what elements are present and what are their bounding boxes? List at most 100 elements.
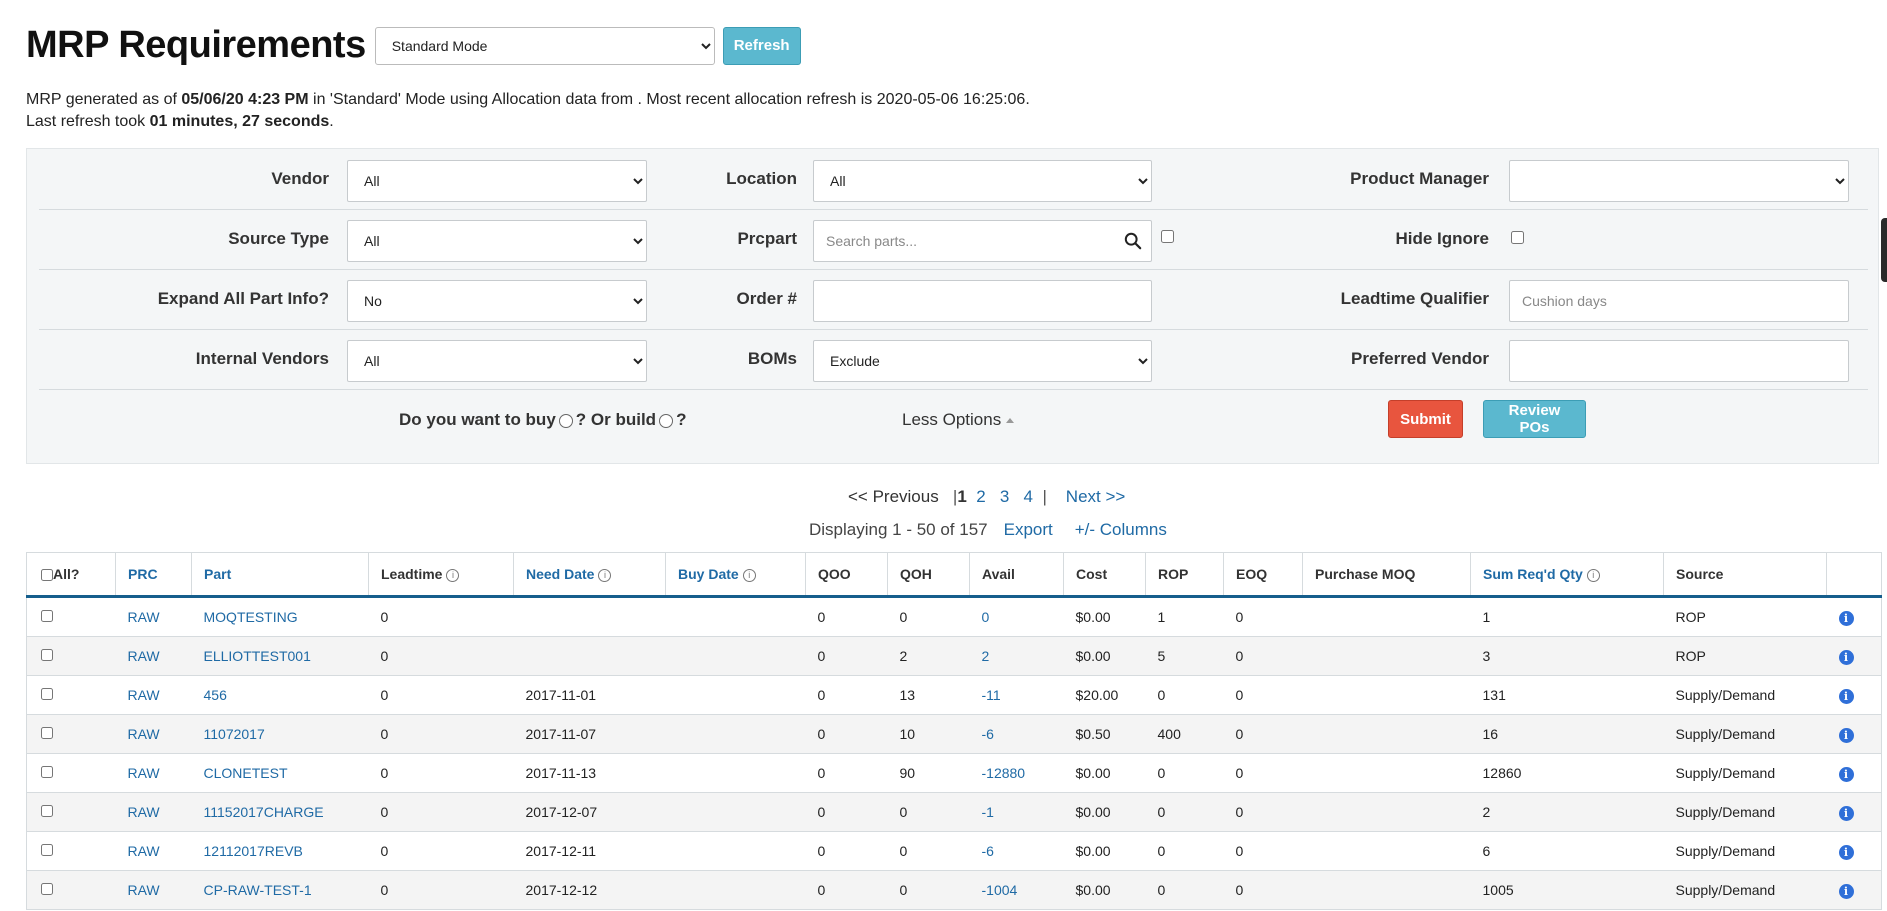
info-icon[interactable]: i bbox=[1838, 883, 1854, 899]
info-icon[interactable]: i bbox=[742, 568, 756, 582]
row-part[interactable]: 12112017REVB bbox=[191, 831, 369, 871]
page-link-3[interactable]: 3 bbox=[1000, 487, 1009, 506]
info-icon[interactable]: i bbox=[1838, 805, 1854, 821]
row-need-date: 2017-11-13 bbox=[513, 753, 666, 793]
select-all-checkbox[interactable] bbox=[41, 569, 53, 582]
row-prc[interactable]: RAW bbox=[115, 596, 192, 637]
prcpart-exact-checkbox[interactable] bbox=[1161, 230, 1174, 243]
col-need-date[interactable]: Need Date i bbox=[513, 552, 666, 598]
row-need-date bbox=[513, 636, 666, 676]
hide-ignore-checkbox[interactable] bbox=[1511, 231, 1524, 244]
row-buy-date bbox=[665, 870, 806, 910]
page-link-2[interactable]: 2 bbox=[976, 487, 985, 506]
col-sum-reqd-qty[interactable]: Sum Req'd Qty i bbox=[1470, 552, 1664, 598]
row-avail[interactable]: -1004 bbox=[969, 870, 1064, 910]
col-part[interactable]: Part bbox=[191, 552, 369, 598]
previous-page-link[interactable]: << Previous bbox=[848, 487, 939, 506]
row-avail[interactable]: -6 bbox=[969, 831, 1064, 871]
expand-part-info-select[interactable]: No bbox=[347, 280, 647, 322]
source-type-select[interactable]: All bbox=[347, 220, 647, 262]
row-select-cell bbox=[26, 792, 116, 832]
location-select[interactable]: All bbox=[813, 160, 1152, 202]
info-icon[interactable]: i bbox=[446, 568, 460, 582]
col-buy-date[interactable]: Buy Date i bbox=[665, 552, 806, 598]
table-row: RAW 11152017CHARGE 0 2017-12-07 0 0 -1 $0.00 0 0 2… bbox=[26, 792, 1882, 832]
col-need-date-label[interactable]: Need Date bbox=[526, 566, 594, 582]
info-icon[interactable]: i bbox=[598, 568, 612, 582]
row-checkbox[interactable] bbox=[41, 610, 53, 622]
hide-ignore-label: Hide Ignore bbox=[1395, 229, 1489, 248]
row-prc[interactable]: RAW bbox=[115, 636, 192, 676]
info-icon[interactable]: i bbox=[1586, 568, 1600, 582]
row-sum-reqd-qty: 16 bbox=[1470, 714, 1664, 754]
buy-word: buy bbox=[525, 410, 556, 429]
row-part[interactable]: 456 bbox=[191, 675, 369, 715]
col-info bbox=[1826, 552, 1882, 598]
row-prc[interactable]: RAW bbox=[115, 831, 192, 871]
info-icon[interactable]: i bbox=[1838, 727, 1854, 743]
refresh-prefix: Last refresh took bbox=[26, 113, 150, 130]
row-checkbox[interactable] bbox=[41, 883, 53, 895]
info-icon[interactable]: i bbox=[1838, 610, 1854, 626]
prcpart-search-input[interactable] bbox=[813, 220, 1152, 262]
page-link-4[interactable]: 4 bbox=[1024, 487, 1033, 506]
row-prc[interactable]: RAW bbox=[115, 870, 192, 910]
row-checkbox[interactable] bbox=[41, 844, 53, 856]
side-panel-tab[interactable] bbox=[1881, 218, 1887, 282]
leadtime-qualifier-input[interactable] bbox=[1509, 280, 1849, 322]
less-options-toggle[interactable]: Less Options bbox=[902, 390, 1015, 450]
row-avail[interactable]: -12880 bbox=[969, 753, 1064, 793]
row-part[interactable]: ELLIOTTEST001 bbox=[191, 636, 369, 676]
table-row: RAW MOQTESTING 0 0 0 0 $0.00 1 0 1 ROP i bbox=[26, 596, 1882, 637]
row-prc[interactable]: RAW bbox=[115, 753, 192, 793]
search-icon[interactable] bbox=[1124, 232, 1142, 250]
buy-radio[interactable] bbox=[558, 413, 573, 428]
row-avail[interactable]: 0 bbox=[969, 596, 1064, 637]
row-prc[interactable]: RAW bbox=[115, 675, 192, 715]
export-link[interactable]: Export bbox=[1004, 520, 1053, 539]
info-icon[interactable]: i bbox=[1838, 844, 1854, 860]
row-avail[interactable]: 2 bbox=[969, 636, 1064, 676]
product-manager-select[interactable] bbox=[1509, 160, 1849, 202]
build-radio[interactable] bbox=[659, 413, 674, 428]
row-part[interactable]: CLONETEST bbox=[191, 753, 369, 793]
row-prc[interactable]: RAW bbox=[115, 792, 192, 832]
row-buy-date bbox=[665, 636, 806, 676]
row-checkbox[interactable] bbox=[41, 766, 53, 778]
row-part[interactable]: 11072017 bbox=[191, 714, 369, 754]
internal-vendors-select[interactable]: All bbox=[347, 340, 647, 382]
col-prc[interactable]: PRC bbox=[115, 552, 192, 598]
row-select-cell bbox=[26, 714, 116, 754]
row-avail[interactable]: -1 bbox=[969, 792, 1064, 832]
row-qoh: 90 bbox=[887, 753, 970, 793]
vendor-select[interactable]: All bbox=[347, 160, 647, 202]
row-avail[interactable]: -11 bbox=[969, 675, 1064, 715]
row-checkbox[interactable] bbox=[41, 805, 53, 817]
row-part[interactable]: MOQTESTING bbox=[191, 596, 369, 637]
generation-prefix: MRP generated as of bbox=[26, 91, 182, 108]
leadtime-qualifier-label: Leadtime Qualifier bbox=[1340, 289, 1489, 308]
col-sum-reqd-qty-label[interactable]: Sum Req'd Qty bbox=[1483, 566, 1583, 582]
next-page-link[interactable]: Next >> bbox=[1066, 487, 1126, 506]
row-prc[interactable]: RAW bbox=[115, 714, 192, 754]
refresh-button[interactable]: Refresh bbox=[722, 26, 801, 65]
info-icon[interactable]: i bbox=[1838, 649, 1854, 665]
info-icon[interactable]: i bbox=[1838, 766, 1854, 782]
row-rop: 0 bbox=[1145, 675, 1224, 715]
row-checkbox[interactable] bbox=[41, 649, 53, 661]
mode-select[interactable]: Standard Mode bbox=[374, 26, 715, 65]
boms-select[interactable]: Exclude bbox=[813, 340, 1152, 382]
row-checkbox[interactable] bbox=[41, 727, 53, 739]
row-part[interactable]: 11152017CHARGE bbox=[191, 792, 369, 832]
row-checkbox[interactable] bbox=[41, 688, 53, 700]
info-icon[interactable]: i bbox=[1838, 688, 1854, 704]
order-number-input[interactable] bbox=[813, 280, 1152, 322]
review-pos-button[interactable]: Review POs bbox=[1483, 400, 1586, 438]
row-avail[interactable]: -6 bbox=[969, 714, 1064, 754]
preferred-vendor-input[interactable] bbox=[1509, 340, 1849, 382]
row-part[interactable]: CP-RAW-TEST-1 bbox=[191, 870, 369, 910]
columns-toggle-link[interactable]: +/- Columns bbox=[1075, 520, 1167, 539]
row-sum-reqd-qty: 3 bbox=[1470, 636, 1664, 676]
col-buy-date-label[interactable]: Buy Date bbox=[678, 566, 739, 582]
submit-button[interactable]: Submit bbox=[1388, 400, 1463, 438]
